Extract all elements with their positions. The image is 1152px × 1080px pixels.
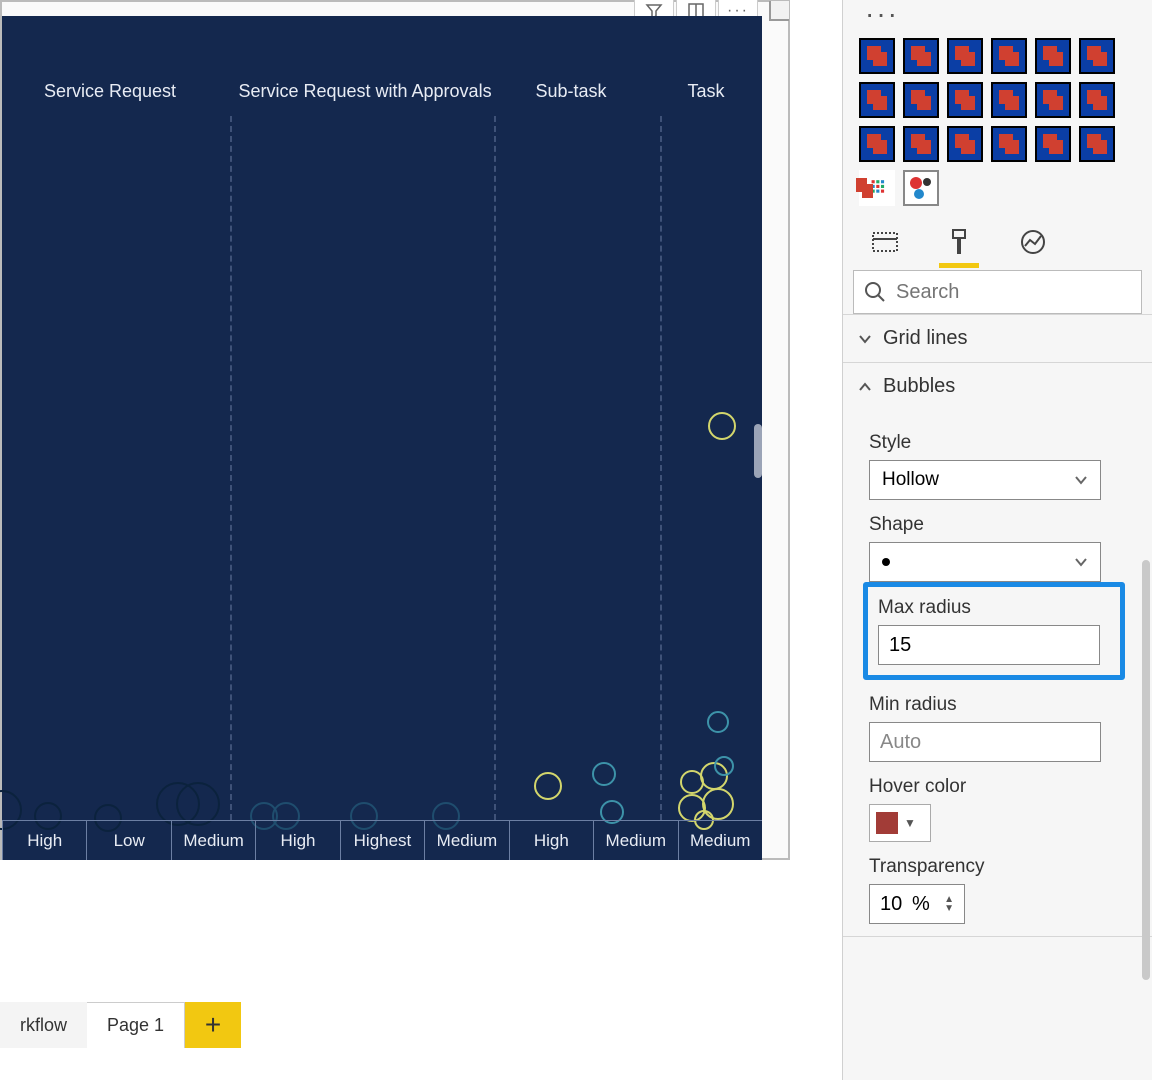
- spinner-icon[interactable]: ▲▼: [944, 895, 954, 913]
- transparency-input[interactable]: [880, 893, 912, 916]
- viz-type-thumb[interactable]: [991, 38, 1027, 74]
- tab-add[interactable]: +: [185, 1002, 241, 1048]
- bubble-point[interactable]: [708, 412, 736, 440]
- bubble-point[interactable]: [707, 711, 729, 733]
- canvas-area: ··· Service RequestService Request with …: [0, 0, 842, 1080]
- chevron-down-icon: [857, 331, 873, 347]
- pane-scrollbar[interactable]: [1142, 560, 1150, 980]
- viz-type-thumb[interactable]: [1079, 126, 1115, 162]
- viz-type-thumb[interactable]: [1079, 38, 1115, 74]
- max-radius-highlight: Max radius: [863, 582, 1125, 680]
- viz-type-thumb[interactable]: [947, 38, 983, 74]
- section-grid-lines[interactable]: Grid lines: [843, 315, 1152, 362]
- column-divider: [230, 116, 232, 820]
- x-axis-label: Medium: [171, 821, 255, 860]
- tab-page1[interactable]: Page 1: [87, 1002, 185, 1048]
- viz-type-thumb[interactable]: [859, 170, 895, 206]
- x-axis-label: Highest: [340, 821, 424, 860]
- min-radius-input[interactable]: [880, 731, 1090, 754]
- style-select[interactable]: Hollow: [869, 460, 1101, 500]
- transparency-input-wrap: % ▲▼: [869, 884, 965, 924]
- section-label: Bubbles: [883, 375, 955, 398]
- style-value: Hollow: [882, 469, 939, 491]
- column-header: Sub-task: [535, 81, 606, 102]
- search-icon: [864, 281, 886, 303]
- transparency-unit: %: [912, 893, 930, 916]
- viz-type-thumb[interactable]: [859, 126, 895, 162]
- viz-type-thumb[interactable]: [859, 38, 895, 74]
- format-pane: ···: [842, 0, 1152, 1080]
- shape-dot-icon: [882, 558, 890, 566]
- x-axis-label: High: [255, 821, 339, 860]
- viz-type-thumb[interactable]: [903, 126, 939, 162]
- pane-tabs: [867, 224, 1152, 260]
- column-header: Service Request: [44, 81, 176, 102]
- shape-select[interactable]: [869, 542, 1101, 582]
- min-radius-label: Min radius: [869, 694, 1134, 716]
- page-tabs: rkflow Page 1 +: [0, 1002, 300, 1048]
- format-search[interactable]: [853, 270, 1142, 314]
- style-label: Style: [869, 432, 1134, 454]
- format-tab[interactable]: [941, 224, 977, 260]
- column-divider: [494, 116, 496, 820]
- column-header: Task: [687, 81, 724, 102]
- section-label: Grid lines: [883, 327, 967, 350]
- viz-type-thumb[interactable]: [947, 82, 983, 118]
- viz-type-thumb[interactable]: [903, 82, 939, 118]
- hover-color-label: Hover color: [869, 776, 1134, 798]
- shape-label: Shape: [869, 514, 1134, 536]
- viz-type-thumb[interactable]: [991, 82, 1027, 118]
- pane-more-icon[interactable]: ···: [865, 0, 899, 30]
- search-input[interactable]: [896, 281, 1131, 304]
- hover-color-picker[interactable]: ▼: [869, 804, 931, 842]
- chevron-down-icon: ▼: [904, 816, 916, 830]
- min-radius-input-wrap: [869, 722, 1101, 762]
- viz-type-thumb[interactable]: [1035, 126, 1071, 162]
- viz-type-thumb[interactable]: [859, 82, 895, 118]
- visualizations-gallery: [859, 38, 1149, 206]
- tab-workflow[interactable]: rkflow: [0, 1002, 87, 1048]
- resize-handle-icon[interactable]: [769, 1, 789, 21]
- x-axis-label: High: [509, 821, 593, 860]
- bubble-chart[interactable]: Service Request Service Request with Appr…: [2, 16, 762, 860]
- bubble-point[interactable]: [534, 772, 562, 800]
- column-divider: [660, 116, 662, 820]
- viz-type-thumb[interactable]: [1079, 82, 1115, 118]
- section-bubbles[interactable]: Bubbles: [843, 363, 1152, 410]
- bubble-point[interactable]: [592, 762, 616, 786]
- max-radius-input[interactable]: [889, 634, 1089, 657]
- viz-type-thumb[interactable]: [1035, 82, 1071, 118]
- x-axis-label: High: [2, 821, 86, 860]
- x-axis-label: Low: [86, 821, 170, 860]
- transparency-label: Transparency: [869, 856, 1134, 878]
- max-radius-label: Max radius: [878, 597, 1110, 619]
- analytics-tab[interactable]: [1015, 224, 1051, 260]
- chevron-up-icon: [857, 379, 873, 395]
- chevron-down-icon: [1074, 473, 1088, 487]
- chart-scrollbar[interactable]: [754, 424, 762, 478]
- bubble-point[interactable]: [714, 756, 734, 776]
- max-radius-input-wrap: [878, 625, 1100, 665]
- chevron-down-icon: [1074, 555, 1088, 569]
- x-axis-label: Medium: [424, 821, 508, 860]
- viz-type-thumb[interactable]: [991, 126, 1027, 162]
- color-swatch-icon: [876, 812, 898, 834]
- viz-type-thumb-selected[interactable]: [903, 170, 939, 206]
- x-axis-label: Medium: [678, 821, 762, 860]
- fields-tab[interactable]: [867, 224, 903, 260]
- viz-type-thumb[interactable]: [903, 38, 939, 74]
- x-axis-label: Medium: [593, 821, 677, 860]
- viz-type-thumb[interactable]: [1035, 38, 1071, 74]
- visual-frame[interactable]: ··· Service RequestService Request with …: [0, 0, 790, 860]
- viz-type-thumb[interactable]: [947, 126, 983, 162]
- column-header: Service Request with Approvals: [238, 81, 491, 102]
